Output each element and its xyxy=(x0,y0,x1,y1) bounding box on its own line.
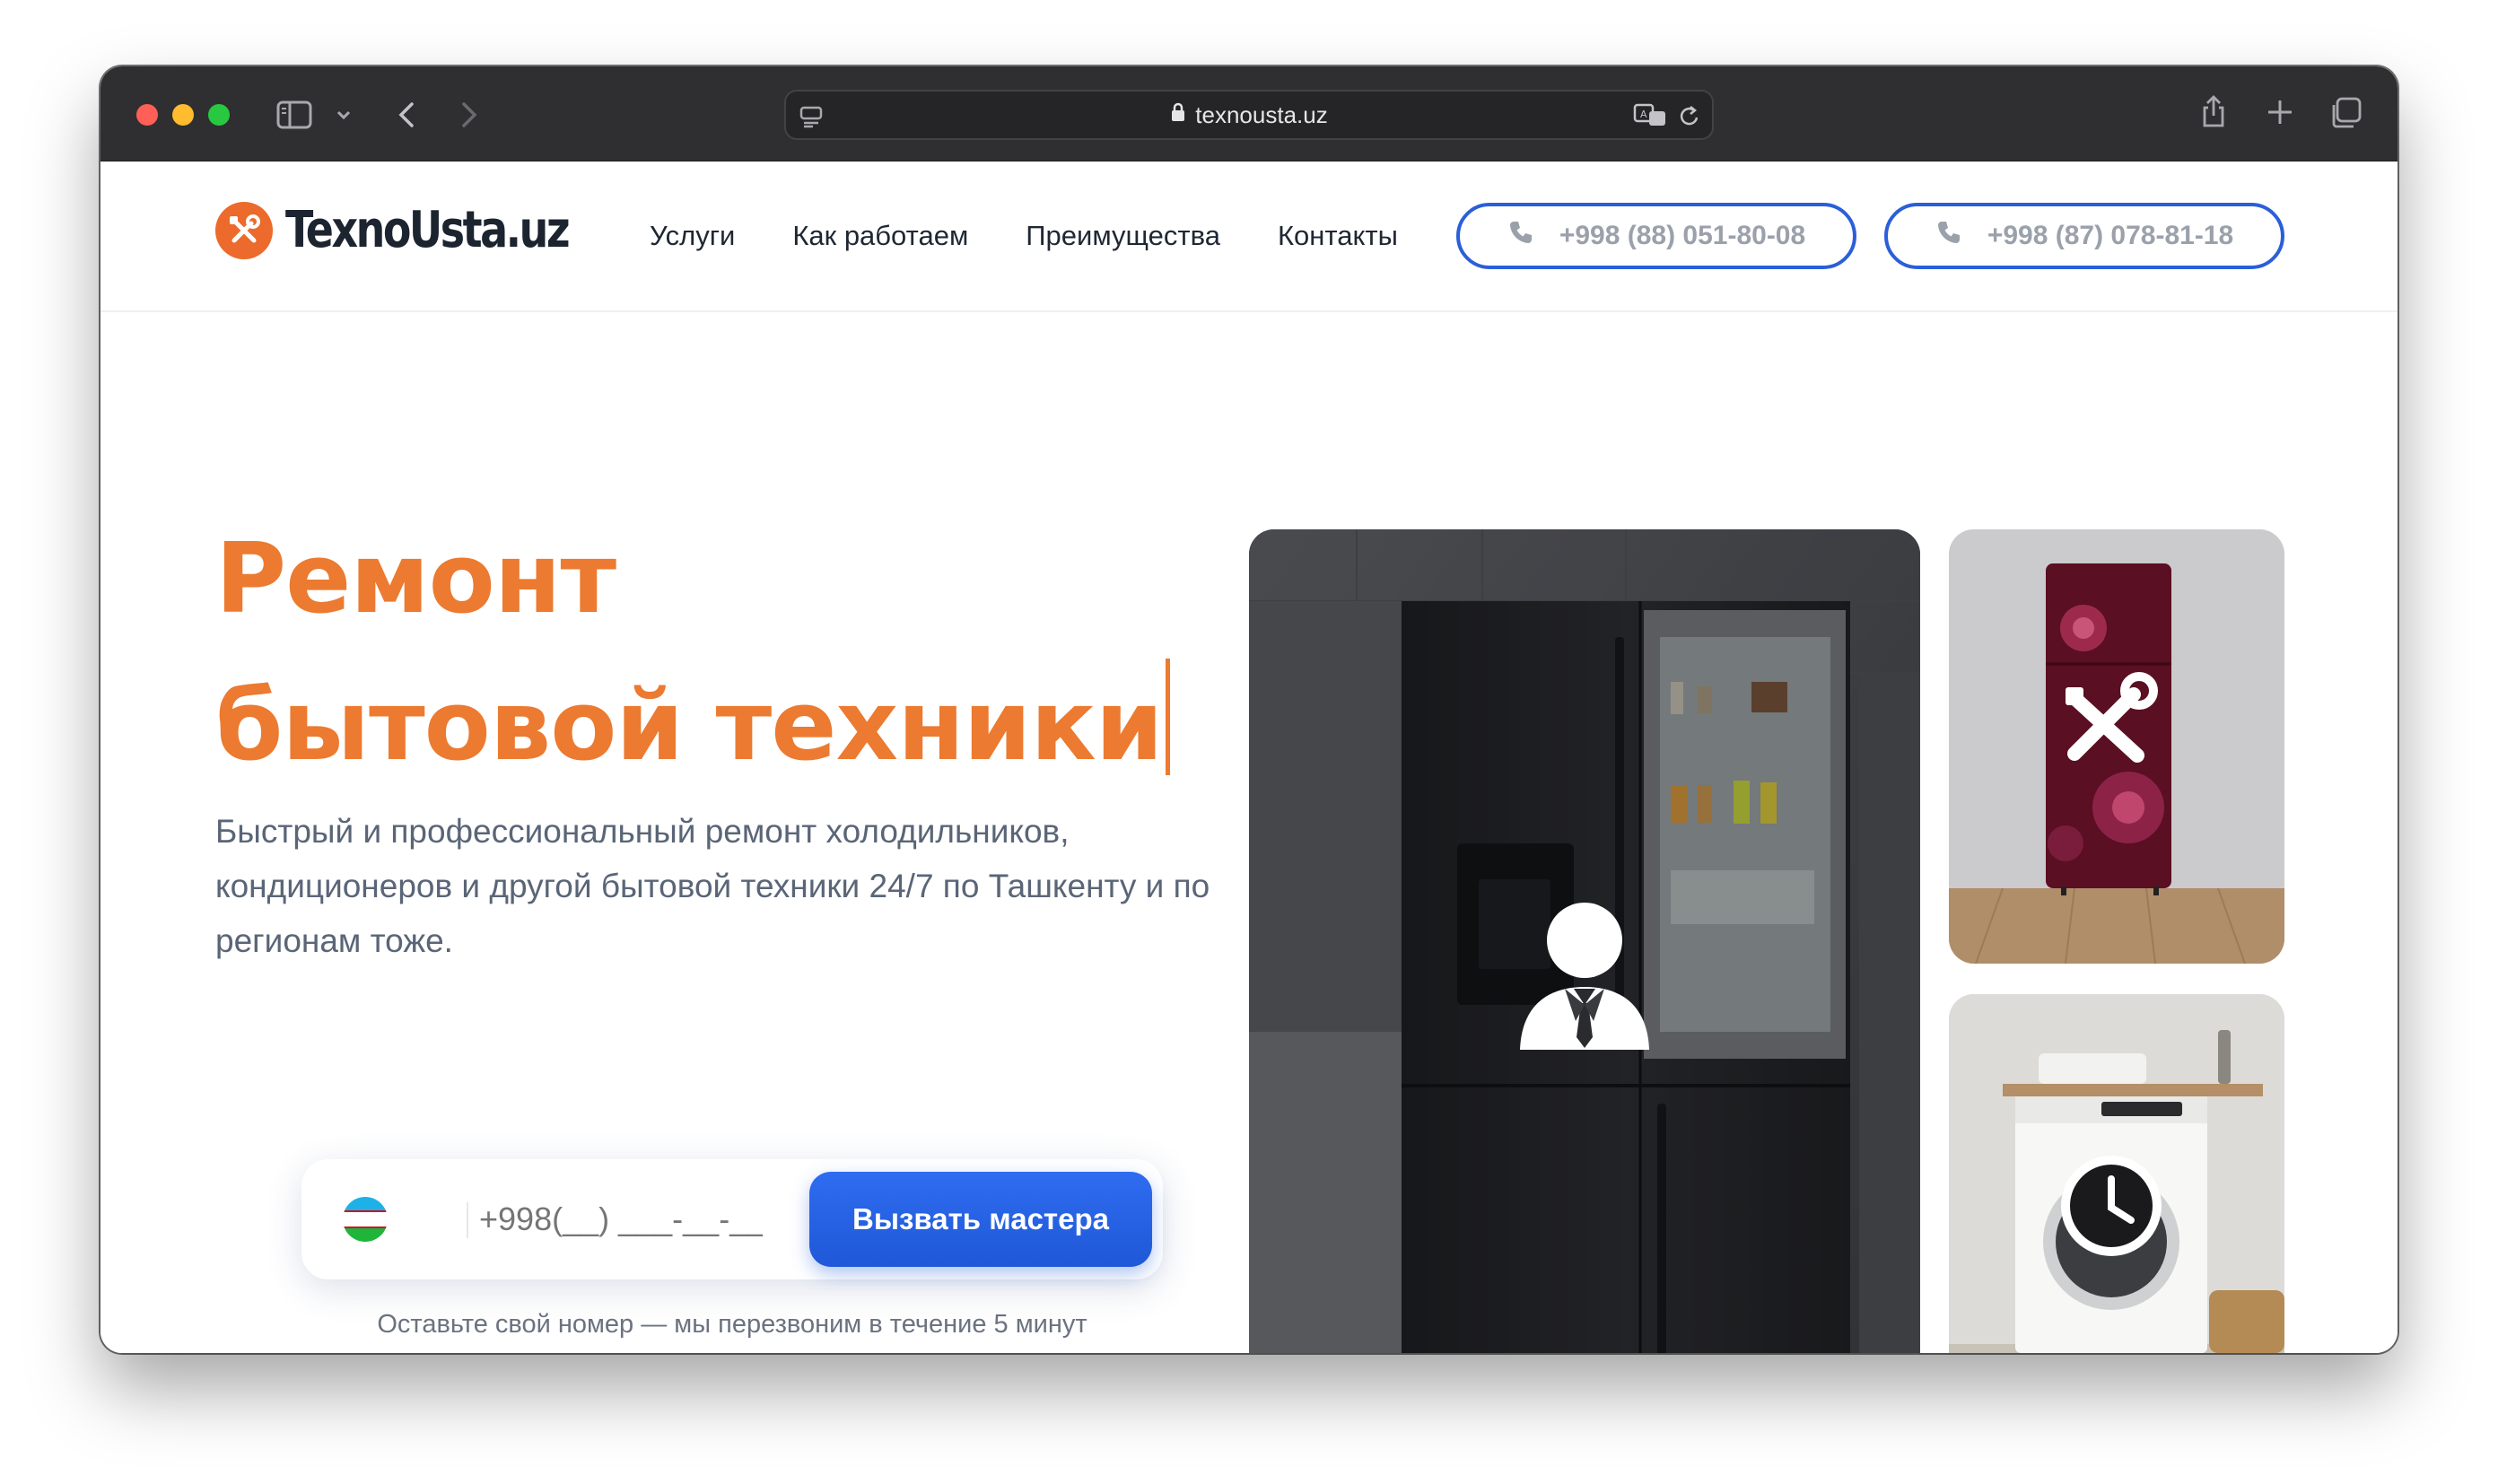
url-text: texnousta.uz xyxy=(1195,100,1328,128)
chevron-down-icon[interactable] xyxy=(336,109,352,120)
share-icon[interactable] xyxy=(2200,93,2227,129)
phone-button-2[interactable]: +998 (87) 078-81-18 xyxy=(1884,203,2284,269)
site-logo[interactable]: TexnoUsta.uz xyxy=(215,201,630,259)
svg-text:A: A xyxy=(1640,109,1647,120)
phone-button-1[interactable]: +998 (88) 051-80-08 xyxy=(1456,203,1856,269)
hero-title-line-2: бытовой техники xyxy=(215,670,1163,782)
nav-link-services[interactable]: Услуги xyxy=(650,220,735,252)
typing-caret xyxy=(1166,659,1171,775)
hero-subtitle: Быстрый и профессиональный ремонт холоди… xyxy=(215,813,1210,959)
image-washing-machine xyxy=(1949,994,2284,1353)
browser-toolbar: texnousta.uz A xyxy=(100,66,2398,161)
translate-icon[interactable]: A xyxy=(1633,102,1669,129)
call-master-button[interactable]: Вызвать мастера xyxy=(809,1172,1152,1267)
input-divider xyxy=(467,1202,468,1238)
callback-note: Оставьте свой номер — мы перезвоним в те… xyxy=(377,1310,1087,1339)
phone-icon xyxy=(1507,219,1534,253)
phone-input[interactable] xyxy=(477,1186,764,1253)
browser-window: texnousta.uz A TexnoUsta.uz Услуги Как р… xyxy=(100,66,2398,1353)
hero-title: Ремонт бытовой техники xyxy=(215,506,1171,800)
address-bar[interactable]: texnousta.uz A xyxy=(784,90,1714,140)
uzbekistan-flag-icon[interactable] xyxy=(343,1197,388,1242)
sidebar-toggle-icon[interactable] xyxy=(276,100,312,129)
forward-arrow-icon[interactable] xyxy=(459,100,479,129)
main-nav: Услуги Как работаем Преимущества Контакт… xyxy=(650,161,1398,310)
reload-icon[interactable] xyxy=(1678,104,1701,129)
tab-overview-icon[interactable] xyxy=(2329,97,2362,129)
clock-icon xyxy=(2061,1156,2162,1256)
phone-icon xyxy=(1935,219,1962,253)
hero-title-line-1: Ремонт xyxy=(215,523,616,635)
web-page: TexnoUsta.uz Услуги Как работаем Преимущ… xyxy=(100,161,2398,1353)
phone-number-1: +998 (88) 051-80-08 xyxy=(1559,221,1806,250)
nav-link-contacts[interactable]: Контакты xyxy=(1278,220,1398,252)
tools-logo-icon xyxy=(215,201,273,259)
back-arrow-icon[interactable] xyxy=(397,100,416,129)
hero-image-refrigerator xyxy=(1249,529,1920,1353)
phone-number-2: +998 (87) 078-81-18 xyxy=(1987,221,2234,250)
site-header: TexnoUsta.uz Услуги Как работаем Преимущ… xyxy=(100,161,2398,312)
image-red-fridge xyxy=(1949,529,2284,964)
minimize-window-button[interactable] xyxy=(172,104,194,126)
nav-link-how-we-work[interactable]: Как работаем xyxy=(792,220,968,252)
lock-icon xyxy=(1170,101,1186,129)
nav-link-advantages[interactable]: Преимущества xyxy=(1026,220,1220,252)
zoom-window-button[interactable] xyxy=(208,104,230,126)
logo-text: TexnoUsta.uz xyxy=(285,201,571,259)
close-window-button[interactable] xyxy=(136,104,158,126)
callback-form: Вызвать мастера xyxy=(301,1159,1163,1279)
new-tab-icon[interactable] xyxy=(2267,99,2293,126)
